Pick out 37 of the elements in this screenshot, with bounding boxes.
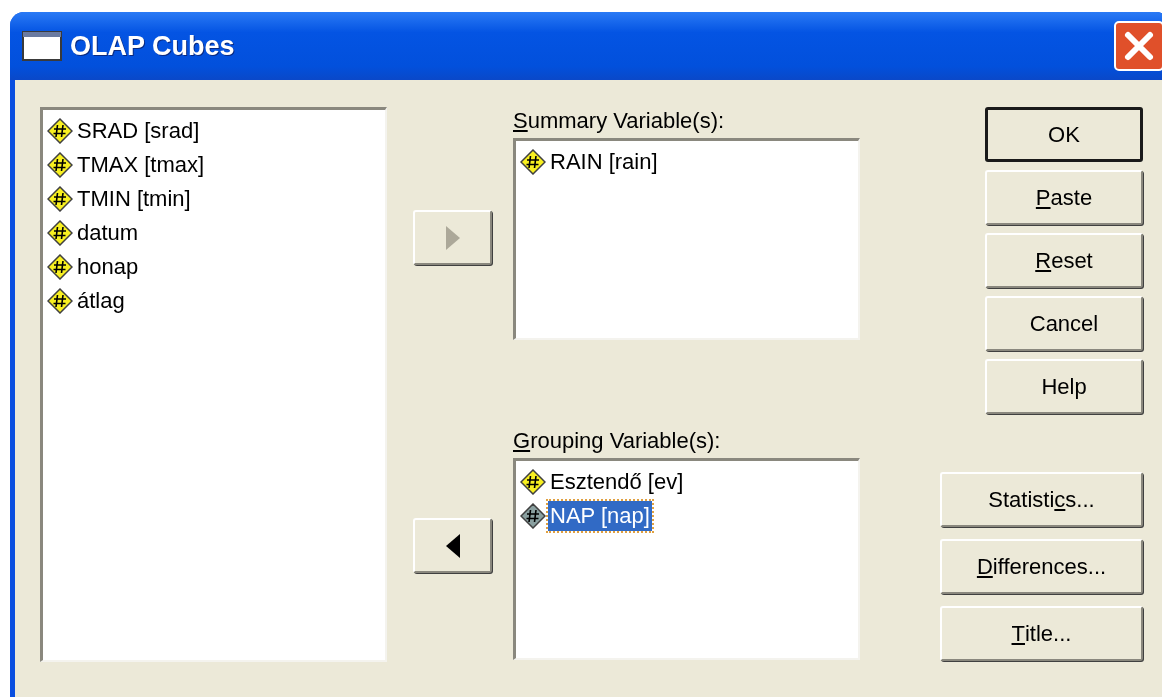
variable-list[interactable]: Esztendő [ev] NAP [nap] (513, 458, 860, 660)
options-button[interactable]: Statistics... (940, 472, 1143, 527)
triangle-icon (443, 223, 462, 252)
dialog-button[interactable]: OK (985, 107, 1143, 162)
numeric-variable-icon (47, 220, 73, 246)
variable-item[interactable]: TMIN [tmin] (75, 184, 193, 214)
numeric-variable-icon (47, 152, 73, 178)
numeric-variable-icon (47, 118, 73, 144)
list-label: Summary Variable(s): (513, 107, 726, 135)
dialog-button[interactable]: Help (985, 359, 1143, 414)
numeric-variable-icon (47, 254, 73, 280)
variable-item[interactable]: Esztendő [ev] (548, 467, 686, 497)
numeric-variable-icon (47, 288, 73, 314)
options-button[interactable]: Title... (940, 606, 1143, 661)
variable-item[interactable]: TMAX [tmax] (75, 150, 207, 180)
variable-list[interactable]: RAIN [rain] (513, 138, 860, 340)
numeric-variable-icon (520, 503, 546, 529)
source-variable-list[interactable]: SRAD [srad] TMAX [tmax] TMIN [tmin] datum honap átlag (40, 107, 387, 662)
close-button[interactable] (1114, 21, 1162, 71)
window-icon (22, 30, 62, 62)
numeric-variable-icon (47, 186, 73, 212)
variable-item[interactable]: RAIN [rain] (548, 147, 660, 177)
options-button[interactable]: Differences... (940, 539, 1143, 594)
list-label: Grouping Variable(s): (513, 427, 722, 455)
dialog-button[interactable]: Cancel (985, 296, 1143, 351)
close-icon (1122, 29, 1156, 63)
variable-item[interactable]: honap (75, 252, 141, 282)
numeric-variable-icon (520, 469, 546, 495)
dialog-button[interactable]: Paste (985, 170, 1143, 225)
variable-item[interactable]: datum (75, 218, 141, 248)
numeric-variable-icon (520, 149, 546, 175)
variable-item[interactable]: átlag (75, 286, 127, 316)
variable-item[interactable]: SRAD [srad] (75, 116, 202, 146)
dialog-button[interactable]: Reset (985, 233, 1143, 288)
window-title: OLAP Cubes (70, 29, 235, 63)
move-button[interactable] (413, 518, 492, 573)
variable-item[interactable]: NAP [nap] (548, 501, 652, 531)
